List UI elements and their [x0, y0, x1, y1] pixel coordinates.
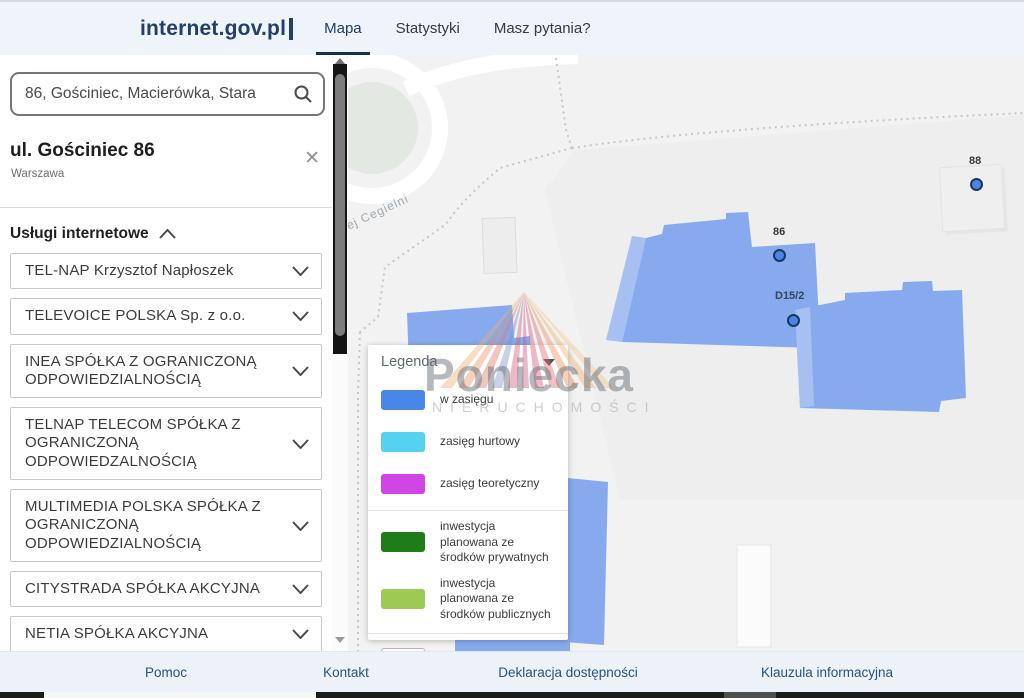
map-canvas[interactable]: ej Cegielni 88 86 D15/2 Legenda w zasięg… [348, 55, 1024, 651]
legend-swatch-no-coverage [381, 648, 425, 651]
provider-row[interactable]: NETIA SPÓŁKA AKCYJNA [10, 616, 322, 651]
legend-label: inwestycja planowana ze środków publiczn… [440, 576, 555, 623]
header: internet.gov.pl Mapa Statystyki Masz pyt… [0, 2, 1024, 55]
result-title: ul. Gościniec 86 [10, 140, 155, 162]
legend-item: inwestycja planowana ze środków publiczn… [381, 576, 555, 623]
provider-name: INEA SPÓŁKA Z OGRANICZONĄ ODPOWIEDZIALNO… [25, 353, 284, 390]
legend-panel: Legenda w zasięgu zasięg hurtowy zasięg … [368, 345, 568, 640]
provider-row[interactable]: INEA SPÓŁKA Z OGRANICZONĄ ODPOWIEDZIALNO… [10, 344, 322, 399]
marker-label-d15-2: D15/2 [775, 290, 804, 302]
legend-label: brak zasięgu [440, 650, 508, 651]
chevron-down-icon[interactable] [292, 366, 309, 376]
sidebar: ul. Gościniec 86 ✕ Warszawa Usługi inter… [0, 55, 332, 651]
legend-swatch-in-range [381, 390, 425, 410]
road [406, 56, 578, 89]
chevron-down-icon[interactable] [292, 311, 309, 321]
chevron-down-icon[interactable] [292, 266, 309, 276]
search-box[interactable] [10, 72, 325, 116]
address-marker-88[interactable] [970, 178, 983, 191]
chevron-down-icon[interactable] [292, 629, 309, 639]
logo-flag-bar [289, 18, 293, 40]
scroll-down-arrow-icon[interactable] [335, 637, 345, 643]
section-uslugi-internetowe[interactable]: Usługi internetowe [10, 225, 176, 243]
building-white[interactable] [737, 545, 771, 647]
footer-link-kontakt[interactable]: Kontakt [323, 665, 369, 680]
marker-label-88: 88 [969, 155, 981, 167]
chevron-down-icon[interactable] [292, 439, 309, 449]
section-title: Usługi internetowe [10, 225, 149, 243]
nav-tab-mapa[interactable]: Mapa [314, 2, 372, 55]
address-marker-d15-2[interactable] [787, 314, 800, 327]
legend-item: zasięg hurtowy [381, 426, 555, 458]
provider-row[interactable]: MULTIMEDIA POLSKA SPÓŁKA Z OGRANICZONĄ O… [10, 489, 322, 562]
result-subtitle: Warszawa [11, 168, 64, 180]
address-marker-86[interactable] [773, 249, 786, 262]
footer-link-deklaracja[interactable]: Deklaracja dostępności [498, 665, 638, 680]
building-gray[interactable] [482, 217, 517, 273]
legend-swatch-public-investment [381, 589, 425, 609]
provider-name: CITYSTRADA SPÓŁKA AKCYJNA [25, 580, 260, 598]
legend-item: w zasięgu [381, 384, 555, 416]
search-icon[interactable] [293, 84, 313, 104]
legend-title: Legenda [381, 354, 437, 370]
footer-link-klauzula[interactable]: Klauzula informacyjna [761, 665, 893, 680]
chevron-down-icon[interactable] [292, 584, 309, 594]
nav-tab-statystyki[interactable]: Statystyki [386, 2, 470, 55]
legend-swatch-wholesale [381, 432, 425, 452]
provider-name: TELEVOICE POLSKA Sp. z o.o. [25, 307, 246, 325]
provider-row[interactable]: TELEVOICE POLSKA Sp. z o.o. [10, 298, 322, 334]
legend-swatch-theoretical [381, 474, 425, 494]
nav-tab-label: Mapa [324, 20, 362, 37]
nav-tab-label: Statystyki [396, 20, 460, 37]
legend-label: zasięg hurtowy [440, 434, 520, 450]
main-area: ul. Gościniec 86 ✕ Warszawa Usługi inter… [0, 55, 1024, 651]
horizontal-scrollbar[interactable] [0, 692, 1024, 698]
provider-list: TEL-NAP Krzysztof Napłoszek TELEVOICE PO… [10, 253, 322, 651]
legend-label: zasięg teoretyczny [440, 476, 539, 492]
legend-item: inwestycja planowana ze środków prywatny… [381, 519, 555, 566]
marker-label-86: 86 [773, 226, 785, 238]
provider-row[interactable]: TEL-NAP Krzysztof Napłoszek [10, 253, 322, 289]
site-logo[interactable]: internet.gov.pl [140, 17, 286, 41]
nav-tab-masz-pytania[interactable]: Masz pytania? [484, 2, 601, 55]
app-window: internet.gov.pl Mapa Statystyki Masz pyt… [0, 0, 1024, 698]
legend-item: brak zasięgu [381, 642, 555, 651]
provider-row[interactable]: TELNAP TELECOM SPÓŁKA Z OGRANICZONĄ ODPO… [10, 407, 322, 480]
main-nav: Mapa Statystyki Masz pytania? [307, 2, 607, 55]
provider-row[interactable]: CITYSTRADA SPÓŁKA AKCYJNA [10, 571, 322, 607]
legend-divider [368, 633, 568, 634]
building-88[interactable] [939, 164, 1007, 234]
sidebar-divider [0, 207, 332, 208]
legend-collapse-icon[interactable] [543, 359, 555, 366]
chevron-down-icon[interactable] [292, 521, 309, 531]
close-icon[interactable]: ✕ [304, 149, 320, 168]
roundabout-green [348, 82, 418, 174]
footer: Pomoc Kontakt Deklaracja dostępności Kla… [0, 651, 1024, 692]
legend-label: w zasięgu [440, 392, 493, 408]
provider-name: MULTIMEDIA POLSKA SPÓŁKA Z OGRANICZONĄ O… [25, 498, 284, 553]
footer-link-pomoc[interactable]: Pomoc [145, 665, 187, 680]
legend-item: zasięg teoretyczny [381, 468, 555, 500]
horizontal-scrollbar-thumb[interactable] [44, 692, 316, 698]
search-input[interactable] [25, 85, 293, 103]
provider-name: TEL-NAP Krzysztof Napłoszek [25, 262, 234, 280]
chevron-up-icon[interactable] [159, 229, 176, 239]
legend-label: inwestycja planowana ze środków prywatny… [440, 519, 555, 566]
scrollbar-thumb[interactable] [335, 74, 345, 336]
legend-swatch-private-investment [381, 532, 425, 552]
horizontal-scrollbar-segment [724, 692, 776, 698]
legend-divider [368, 510, 568, 511]
nav-tab-label: Masz pytania? [494, 20, 591, 37]
provider-name: NETIA SPÓŁKA AKCYJNA [25, 625, 208, 643]
provider-name: TELNAP TELECOM SPÓŁKA Z OGRANICZONĄ ODPO… [25, 416, 284, 471]
sidebar-scrollbar[interactable] [332, 55, 348, 651]
